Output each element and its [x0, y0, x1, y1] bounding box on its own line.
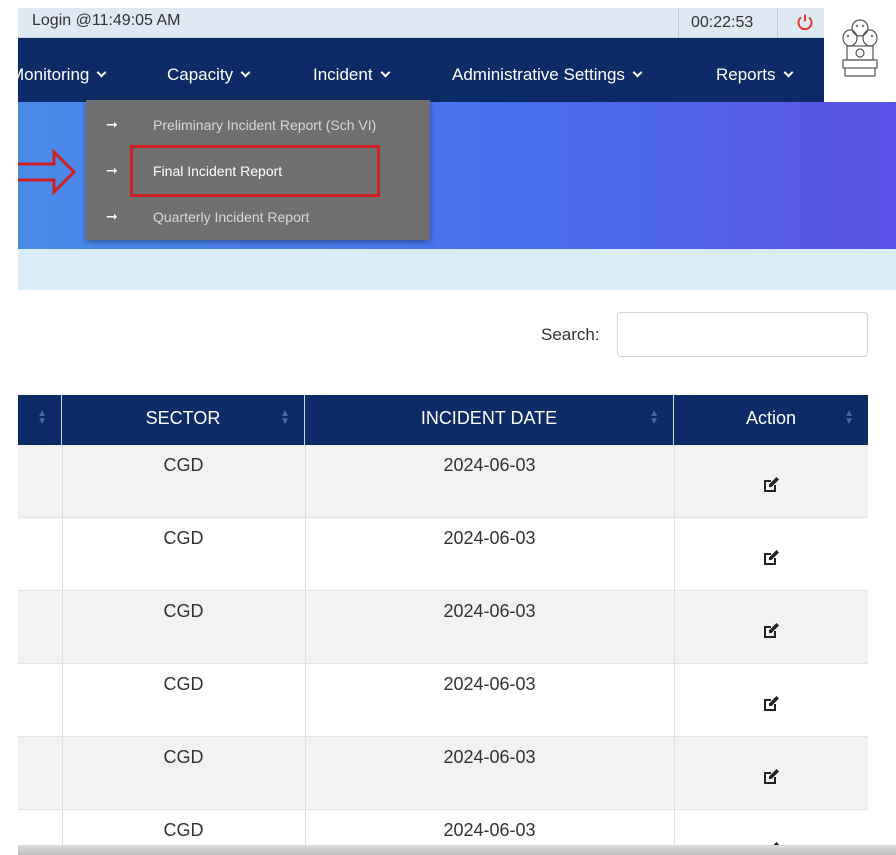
column-header-label: INCIDENT DATE: [420, 408, 558, 428]
nav-reports[interactable]: Reports: [716, 65, 793, 85]
edit-icon[interactable]: [761, 548, 781, 568]
nav-label: Capacity: [167, 65, 234, 84]
sort-icon[interactable]: ▲ ▼: [649, 409, 659, 427]
edit-icon[interactable]: [761, 475, 781, 495]
column-header-sector[interactable]: SECTOR ▲ ▼: [62, 395, 305, 445]
sort-icon[interactable]: ▲ ▼: [37, 409, 47, 427]
cell-sector: CGD: [163, 674, 204, 694]
table-row: CGD 2024-06-03: [18, 737, 868, 810]
chevron-down-icon: [380, 67, 390, 78]
chevron-down-icon: [96, 67, 107, 78]
table-row: CGD 2024-06-03: [18, 664, 868, 737]
table-row: CGD 2024-06-03: [18, 445, 868, 518]
cell-divider: [674, 591, 675, 664]
chevron-down-icon: [632, 67, 643, 78]
table-row: CGD 2024-06-03: [18, 518, 868, 591]
pointer-arrow-icon: [18, 148, 76, 196]
column-header-incident-date[interactable]: INCIDENT DATE ▲ ▼: [305, 395, 674, 445]
cell-incident-date: 2024-06-03: [443, 601, 536, 621]
column-header-hidden[interactable]: ▲ ▼: [18, 395, 62, 445]
login-time-text: Login @11:49:05 AM: [32, 12, 181, 29]
sort-icon[interactable]: ▲ ▼: [280, 409, 290, 427]
column-header-action[interactable]: Action ▲ ▼: [674, 395, 868, 445]
cell-divider: [674, 737, 675, 810]
emblem-icon: [842, 19, 878, 77]
cell-sector: CGD: [163, 528, 204, 548]
main-navbar: Monitoring Capacity Incident Administrat…: [10, 38, 824, 102]
nav-label: Reports: [716, 65, 776, 84]
cell-incident-date: 2024-06-03: [443, 674, 536, 694]
edit-icon[interactable]: [761, 621, 781, 641]
menu-item-preliminary-incident-report[interactable]: ➞ Preliminary Incident Report (Sch VI): [86, 110, 430, 140]
search-label: Search:: [541, 325, 600, 344]
search-input[interactable]: [617, 312, 868, 357]
cell-divider: [674, 664, 675, 737]
cell-sector: CGD: [163, 747, 204, 767]
chevron-down-icon: [783, 67, 793, 78]
cell-incident-date: 2024-06-03: [443, 820, 536, 840]
nav-incident[interactable]: Incident: [313, 65, 390, 85]
cell-sector: CGD: [163, 601, 204, 621]
arrow-right-icon: ➞: [106, 116, 118, 132]
cell-incident-date: 2024-06-03: [443, 528, 536, 548]
arrow-right-icon: ➞: [106, 208, 118, 224]
content-header-strip: [18, 249, 896, 290]
nav-label: Administrative Settings: [452, 65, 625, 84]
nav-label: Monitoring: [10, 65, 90, 84]
cell-incident-date: 2024-06-03: [443, 455, 536, 475]
sort-icon[interactable]: ▲ ▼: [844, 409, 854, 427]
nav-capacity[interactable]: Capacity: [167, 65, 251, 85]
highlight-annotation-box: [130, 145, 380, 197]
cell-sector: CGD: [163, 820, 204, 840]
session-bar: Login @11:49:05 AM 00:22:53: [18, 8, 824, 38]
arrow-right-icon: ➞: [106, 162, 118, 178]
chevron-down-icon: [240, 67, 251, 78]
cell-divider: [674, 518, 675, 591]
nav-administrative-settings[interactable]: Administrative Settings: [452, 65, 643, 85]
column-header-label: SECTOR: [145, 408, 221, 428]
session-timer: 00:22:53: [678, 8, 778, 38]
menu-item-label: Preliminary Incident Report (Sch VI): [153, 117, 377, 133]
cell-sector: CGD: [163, 455, 204, 475]
cell-divider: [674, 445, 675, 518]
edit-icon[interactable]: [761, 767, 781, 787]
nav-label: Incident: [313, 65, 373, 84]
menu-item-quarterly-incident-report[interactable]: ➞ Quarterly Incident Report: [86, 202, 430, 232]
column-header-label: Action: [745, 408, 797, 428]
national-emblem-logo: [824, 8, 896, 108]
table-row: CGD 2024-06-03: [18, 591, 868, 664]
bottom-edge: [18, 845, 896, 855]
menu-item-label: Quarterly Incident Report: [153, 209, 310, 225]
power-icon[interactable]: [796, 13, 814, 31]
edit-icon[interactable]: [761, 694, 781, 714]
nav-monitoring[interactable]: Monitoring: [10, 65, 107, 85]
table-header: ▲ ▼ SECTOR ▲ ▼ INCIDENT DATE ▲ ▼ Action ▲ ▼: [18, 395, 868, 445]
cell-incident-date: 2024-06-03: [443, 747, 536, 767]
